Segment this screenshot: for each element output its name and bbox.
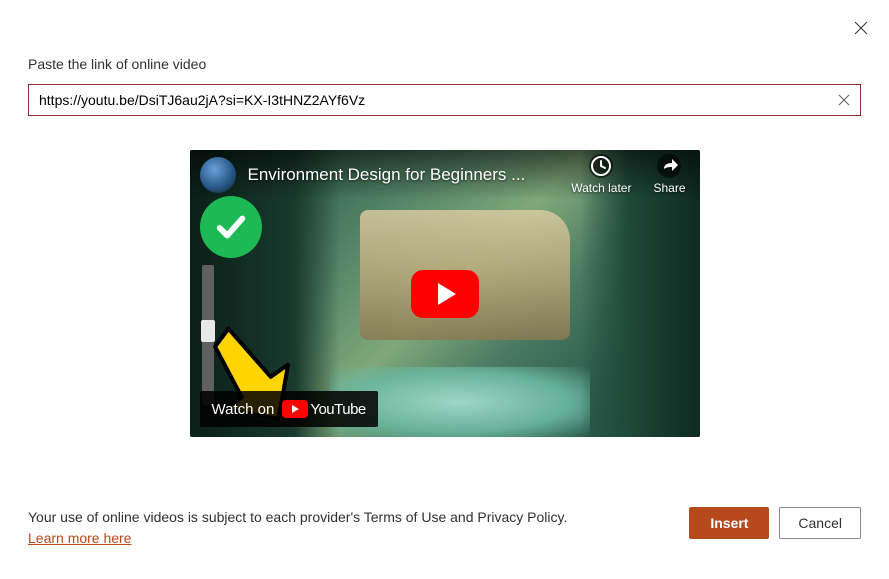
share-label: Share [653,181,685,195]
youtube-logo-icon [282,400,308,418]
video-preview-thumbnail[interactable]: Environment Design for Beginners ... Wat… [190,150,700,437]
watch-on-youtube-button[interactable]: Watch on YouTube [200,391,378,427]
success-checkmark-badge [200,196,262,258]
channel-avatar[interactable] [200,157,236,193]
watch-later-label: Watch later [571,181,631,195]
clear-url-button[interactable] [828,84,860,116]
insert-button[interactable]: Insert [689,507,769,539]
cancel-button[interactable]: Cancel [779,507,861,539]
play-button[interactable] [411,270,479,318]
watch-later-button[interactable]: Watch later [571,153,631,195]
video-header: Environment Design for Beginners ... Wat… [190,150,700,200]
disclaimer-text: Your use of online videos is subject to … [28,507,588,549]
clear-icon [838,94,850,106]
share-icon [656,153,682,179]
learn-more-link[interactable]: Learn more here [28,530,132,546]
url-input-container [28,84,861,116]
dialog-close-button[interactable] [851,18,871,38]
video-url-input[interactable] [29,92,828,108]
checkmark-icon [212,208,250,246]
video-top-actions: Watch later Share [571,153,685,195]
youtube-logo: YouTube [282,400,365,418]
footer-buttons: Insert Cancel [689,507,861,539]
url-prompt-label: Paste the link of online video [28,56,861,72]
watch-later-icon [588,153,614,179]
watch-on-label: Watch on [212,401,275,418]
video-title: Environment Design for Beginners ... [248,165,560,185]
disclaimer-body: Your use of online videos is subject to … [28,509,567,525]
youtube-logo-text: YouTube [310,401,365,418]
dialog-content: Paste the link of online video Environme… [0,0,889,437]
share-button[interactable]: Share [653,153,685,195]
close-icon [854,21,868,35]
dialog-footer: Your use of online videos is subject to … [28,507,861,549]
